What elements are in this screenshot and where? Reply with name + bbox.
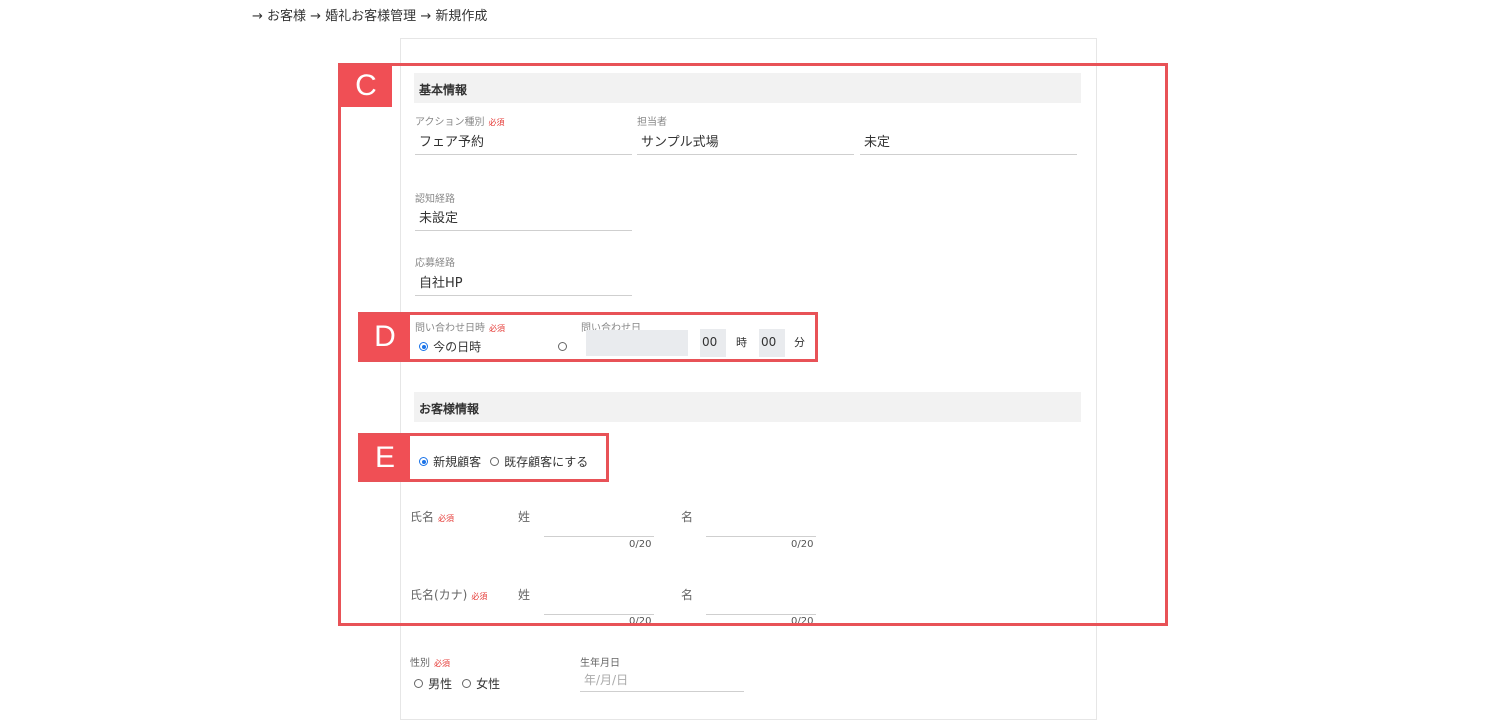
annotation-tag-c: C	[340, 65, 392, 107]
radio-empty-icon	[414, 679, 423, 688]
breadcrumb: → お客様 → 婚礼お客様管理 → 新規作成	[252, 9, 488, 24]
male-label: 男性	[428, 677, 453, 691]
annotation-box-d	[358, 312, 818, 362]
required-mark: 必須	[434, 659, 450, 668]
female-label: 女性	[476, 677, 501, 691]
gender-female-radio[interactable]: 女性	[462, 673, 500, 692]
birthday-label: 生年月日	[580, 658, 620, 669]
birthday-input[interactable]: 年/月/日	[580, 668, 744, 692]
birthday-placeholder: 年/月/日	[584, 673, 629, 687]
gender-label: 性別 必須	[410, 658, 450, 669]
gender-male-radio[interactable]: 男性	[414, 673, 452, 692]
annotation-tag-d: D	[360, 314, 410, 360]
radio-empty-icon	[462, 679, 471, 688]
annotation-tag-e: E	[360, 435, 410, 480]
